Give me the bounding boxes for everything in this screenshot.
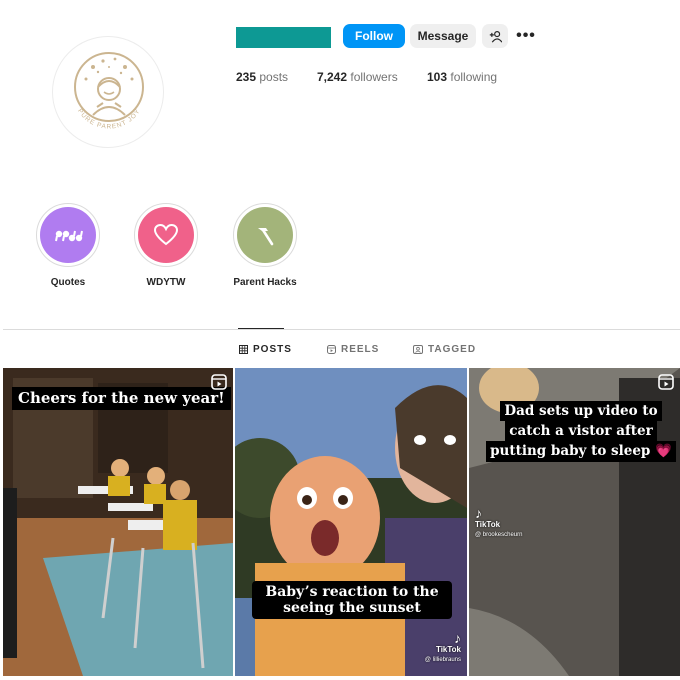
tab-posts[interactable]: POSTS <box>239 344 292 355</box>
tiktok-watermark: ♪ TikTok @ brookescheurn <box>475 505 523 539</box>
followers-count[interactable]: 7,242 followers <box>317 70 398 84</box>
quote-icon <box>55 230 83 242</box>
highlight-quotes[interactable]: Quotes <box>36 203 100 288</box>
highlight-parent-hacks[interactable]: Parent Hacks <box>233 203 297 288</box>
heart-icon <box>153 223 179 246</box>
post-caption: Dad sets up video to catch a vistor afte… <box>481 401 680 462</box>
suggest-users-button[interactable] <box>482 24 508 48</box>
tab-reels[interactable]: REELS <box>327 344 379 355</box>
highlight-label: Parent Hacks <box>233 277 297 288</box>
post-caption: Cheers for the new year! <box>12 387 231 411</box>
tagged-icon <box>413 345 423 354</box>
grid-icon <box>239 345 248 354</box>
post-image <box>235 368 467 676</box>
tab-tagged[interactable]: TAGGED <box>413 344 476 355</box>
reels-icon <box>327 345 336 354</box>
highlight-label: Quotes <box>50 277 86 288</box>
more-options-icon[interactable]: ••• <box>512 24 540 48</box>
tiktok-watermark: ♪ TikTok @ lilliebrauns <box>424 630 461 664</box>
posts-count[interactable]: 235 posts <box>236 70 288 84</box>
reel-indicator-icon <box>211 374 227 390</box>
follow-button[interactable]: Follow <box>343 24 405 48</box>
username-redacted <box>236 27 331 48</box>
post-thumbnail-1[interactable]: Cheers for the new year! <box>3 368 233 676</box>
post-thumbnail-3[interactable]: Dad sets up video to catch a vistor afte… <box>469 368 680 676</box>
following-count[interactable]: 103 following <box>427 70 497 84</box>
post-thumbnail-2[interactable]: Baby’s reaction to the seeing the sunset… <box>235 368 467 676</box>
profile-avatar[interactable]: PURE PARENT JOY <box>52 36 164 148</box>
add-user-icon <box>489 30 502 43</box>
tabs-divider <box>3 329 680 330</box>
message-button[interactable]: Message <box>410 24 476 48</box>
highlight-wdytw[interactable]: WDYTW <box>134 203 198 288</box>
post-image <box>3 368 233 676</box>
post-caption: Baby’s reaction to the seeing the sunset <box>252 581 452 620</box>
avatar-logo: PURE PARENT JOY <box>74 52 144 131</box>
hammer-icon <box>258 228 274 246</box>
active-tab-indicator <box>238 328 284 329</box>
reel-indicator-icon <box>658 374 674 390</box>
highlight-label: WDYTW <box>146 277 186 288</box>
